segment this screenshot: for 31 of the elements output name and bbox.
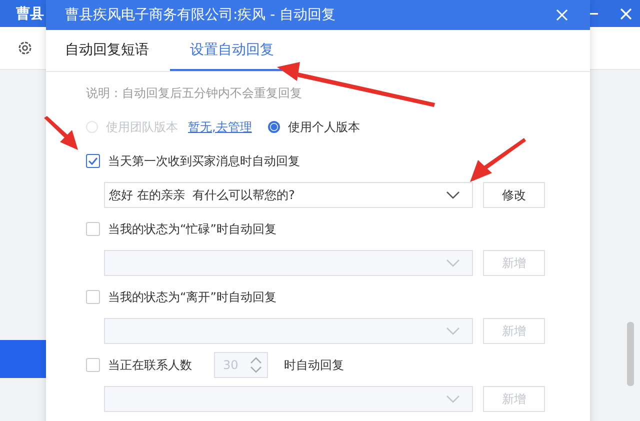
stepper-icon [249, 355, 263, 375]
checkbox[interactable] [86, 222, 100, 236]
close-icon[interactable] [556, 9, 568, 21]
reply-button[interactable]: 修改 [483, 182, 545, 208]
checkbox-label: 当我的状态为“离开”时自动回复 [108, 288, 276, 306]
manage-link[interactable]: 暂无,去管理 [188, 118, 252, 136]
close-icon[interactable] [620, 8, 632, 20]
dialog-title: 曹县疾风电子商务有限公司:疾风 - 自动回复 [65, 6, 337, 24]
annotation-arrow [470, 138, 526, 182]
chevron-down-icon [446, 259, 460, 267]
gear-icon[interactable] [17, 40, 33, 56]
chevron-down-icon [446, 327, 460, 335]
tab[interactable]: 自动回复短语 [52, 30, 162, 71]
checkbox[interactable] [86, 154, 100, 168]
radio-label: 使用团队版本 [106, 118, 178, 136]
scrollbar-thumb[interactable] [627, 322, 634, 386]
checkbox-label: 当我的状态为“忙碌”时自动回复 [108, 220, 276, 238]
checkbox[interactable] [86, 358, 100, 372]
sidebar-item[interactable] [0, 340, 46, 378]
chevron-down-icon [446, 395, 460, 403]
checkbox-label: 当天第一次收到买家消息时自动回复 [108, 152, 300, 170]
app-title: 曹县 [16, 4, 44, 22]
checkbox[interactable] [86, 290, 100, 304]
chevron-down-icon [446, 191, 460, 199]
radio-label: 使用个人版本 [288, 118, 360, 136]
annotation-arrow [44, 116, 78, 150]
note-text: 说明：自动回复后五分钟内不会重复回复 [86, 84, 302, 102]
reply-select[interactable]: 您好 在的亲亲 有什么可以帮您的? [104, 182, 473, 208]
checkbox-label: 时自动回复 [284, 356, 344, 374]
checkbox-label: 当正在联系人数 [108, 356, 192, 374]
radio-button[interactable] [268, 121, 280, 133]
